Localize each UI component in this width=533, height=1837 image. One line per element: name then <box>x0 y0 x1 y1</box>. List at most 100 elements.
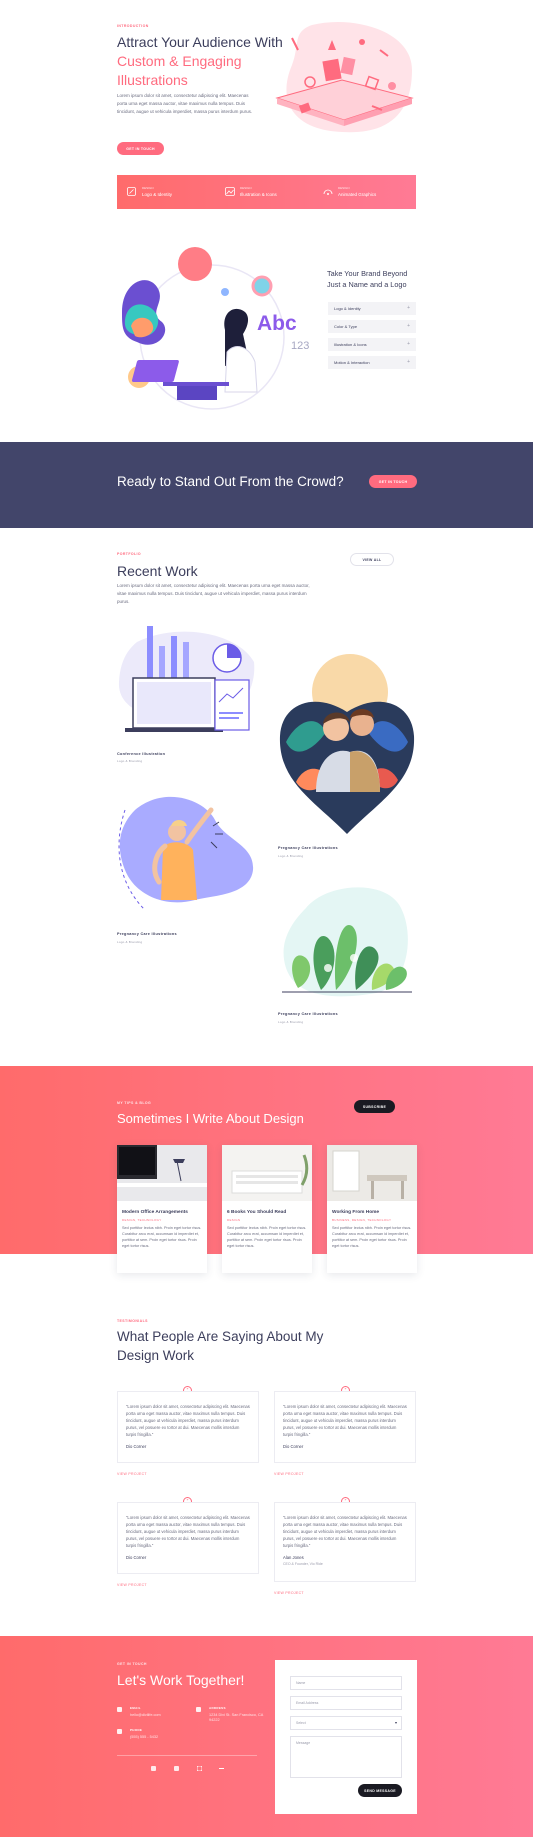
portfolio-item-sub: Logo & Branding <box>278 1020 304 1024</box>
portfolio-item-sub: Logo & Branding <box>278 854 304 858</box>
facebook-icon[interactable] <box>151 1766 156 1771</box>
plus-icon: + <box>407 323 410 329</box>
email-value[interactable]: hello@divilife.com <box>130 1713 161 1717</box>
testimonial-quote: “Lorem ipsum dolor sit amet, consectetur… <box>283 1404 407 1437</box>
blog-image-office <box>117 1145 207 1201</box>
blog-image-home <box>327 1145 417 1201</box>
accordion-label: Motion & Interaction <box>334 360 370 365</box>
blog-card-excerpt: Sed porttitor lectus nibh. Proin eget to… <box>332 1226 412 1248</box>
num-text: 123 <box>291 340 309 352</box>
testimonials-eyebrow: Testimonials <box>117 1319 148 1323</box>
portfolio-eyebrow: Portfolio <box>117 552 142 556</box>
select-value: Select <box>296 1721 306 1725</box>
blog-image-books <box>222 1145 312 1201</box>
testimonial-name: Alan Jones <box>283 1555 304 1560</box>
blog-card-title: 6 Books You Should Read <box>227 1210 287 1215</box>
hero-title-line3: Illustrations <box>117 72 188 88</box>
phone-icon <box>117 1729 122 1734</box>
contact-eyebrow: Get In Touch <box>117 1662 147 1666</box>
blog-title: Sometimes I Write About Design <box>117 1111 304 1126</box>
accordion-item-logo[interactable]: Logo & Identity + <box>328 302 416 315</box>
services-item-small: Design <box>240 186 252 190</box>
services-item-label: Illustration & Icons <box>240 192 277 197</box>
abc-text: Abc <box>257 312 297 335</box>
plus-icon: + <box>407 305 410 311</box>
testimonial-name: Dio Corner <box>126 1555 147 1560</box>
twitter-icon[interactable] <box>174 1766 179 1771</box>
blog-card[interactable]: 6 Books You Should Read Design Sed portt… <box>222 1145 312 1273</box>
email-label: Email <box>130 1706 141 1710</box>
contact-divider <box>117 1755 257 1756</box>
portfolio-item-title[interactable]: Conference Illustration <box>117 752 165 756</box>
blog-card-category: Business, Design, Technology <box>332 1218 392 1222</box>
view-project-link[interactable]: View Project <box>274 1591 304 1595</box>
testimonial-quote: “Lorem ipsum dolor sit amet, consectetur… <box>283 1515 407 1548</box>
address-label: Address <box>209 1706 226 1710</box>
contact-title: Let's Work Together! <box>117 1672 245 1688</box>
services-item-label: Logo & Identity <box>142 192 173 197</box>
name-input[interactable]: Name <box>290 1676 402 1690</box>
portfolio-image-conference[interactable] <box>117 622 257 742</box>
testimonial-card: “Lorem ipsum dolor sit amet, consectetur… <box>274 1502 416 1582</box>
blog-card[interactable]: Modern Office Arrangements Design, Techn… <box>117 1145 207 1273</box>
view-project-link[interactable]: View Project <box>117 1472 147 1476</box>
view-project-link[interactable]: View Project <box>274 1472 304 1476</box>
testimonial-quote: “Lorem ipsum dolor sit amet, consectetur… <box>126 1515 250 1548</box>
view-project-link[interactable]: View Project <box>117 1583 147 1587</box>
email-icon <box>117 1707 122 1712</box>
portfolio-image-couple[interactable] <box>276 652 418 837</box>
services-item-illustration[interactable]: Design Illustration & Icons <box>225 185 320 201</box>
image-icon <box>225 187 235 196</box>
blog-card[interactable]: Working From Home Business, Design, Tech… <box>327 1145 417 1273</box>
accordion-label: Logo & Identity <box>334 306 361 311</box>
portfolio-item-title[interactable]: Pregnancy Care Illustrations <box>117 932 177 936</box>
hero-title-line1: Attract Your Audience With <box>117 34 283 50</box>
blog-card-excerpt: Sed porttitor lectus nibh. Proin eget to… <box>122 1226 202 1248</box>
testimonials-title-line2: Design Work <box>117 1348 195 1363</box>
blog-card-title: Working From Home <box>332 1210 380 1215</box>
services-item-animated[interactable]: Design Animated Graphics <box>323 185 413 201</box>
portfolio-image-stretch[interactable] <box>115 790 255 920</box>
hero-eyebrow: Introduction <box>117 24 149 28</box>
portfolio-image-plants[interactable] <box>276 878 416 1003</box>
send-message-button[interactable]: Send Message <box>358 1784 402 1797</box>
testimonial-role: CEO & Founder, Vio Ride <box>283 1562 323 1566</box>
subscribe-button[interactable]: Subscribe <box>354 1100 395 1113</box>
location-icon <box>196 1707 201 1712</box>
portfolio-item-sub: Logo & Branding <box>117 759 143 763</box>
linkedin-icon[interactable] <box>219 1766 224 1771</box>
portfolio-item-title[interactable]: Pregnancy Care Illustrations <box>278 1012 338 1016</box>
accordion-item-illustration[interactable]: Illustration & Icons + <box>328 338 416 351</box>
message-textarea[interactable]: Message <box>290 1736 402 1778</box>
testimonial-card: “Lorem ipsum dolor sit amet, consectetur… <box>117 1391 259 1463</box>
portfolio-title: Recent Work <box>117 563 198 579</box>
testimonial-name: Dio Corner <box>283 1444 304 1449</box>
hero-cta-button[interactable]: Get In Touch <box>117 142 164 155</box>
phone-label: Phone <box>130 1728 143 1732</box>
phone-value[interactable]: (555) 555 - 5432 <box>130 1735 158 1739</box>
address-value: 1234 Divi St. San Francisco, CA 94222 <box>209 1713 264 1722</box>
view-all-button[interactable]: View All <box>350 553 394 566</box>
instagram-icon[interactable] <box>197 1766 202 1771</box>
blog-eyebrow: My Tips & Blog <box>117 1101 152 1105</box>
testimonials-title-line1: What People Are Saying About My <box>117 1329 324 1344</box>
portfolio-item-sub: Logo & Branding <box>117 940 143 944</box>
portfolio-item-title[interactable]: Pregnancy Care Illustrations <box>278 846 338 850</box>
testimonial-name: Dio Corner <box>126 1444 147 1449</box>
email-input[interactable]: Email Address <box>290 1696 402 1710</box>
plus-icon: + <box>407 359 410 365</box>
motion-icon <box>323 189 333 195</box>
services-item-logo[interactable]: Design Logo & Identity <box>127 185 217 201</box>
blog-card-category: Design <box>227 1218 241 1222</box>
services-item-small: Design <box>338 186 350 190</box>
chevron-down-icon: ▾ <box>394 1720 397 1725</box>
accordion-item-motion[interactable]: Motion & Interaction + <box>328 356 416 369</box>
accordion-item-color[interactable]: Color & Type + <box>328 320 416 333</box>
brand-illustration: Abc 123 <box>122 247 309 410</box>
plus-icon: + <box>407 341 410 347</box>
accordion-label: Illustration & Icons <box>334 342 367 347</box>
cta-band-button[interactable]: Get In Touch <box>369 475 417 488</box>
services-item-label: Animated Graphics <box>338 192 377 197</box>
select-dropdown[interactable]: Select ▾ <box>290 1716 402 1730</box>
testimonial-card: “Lorem ipsum dolor sit amet, consectetur… <box>117 1502 259 1574</box>
